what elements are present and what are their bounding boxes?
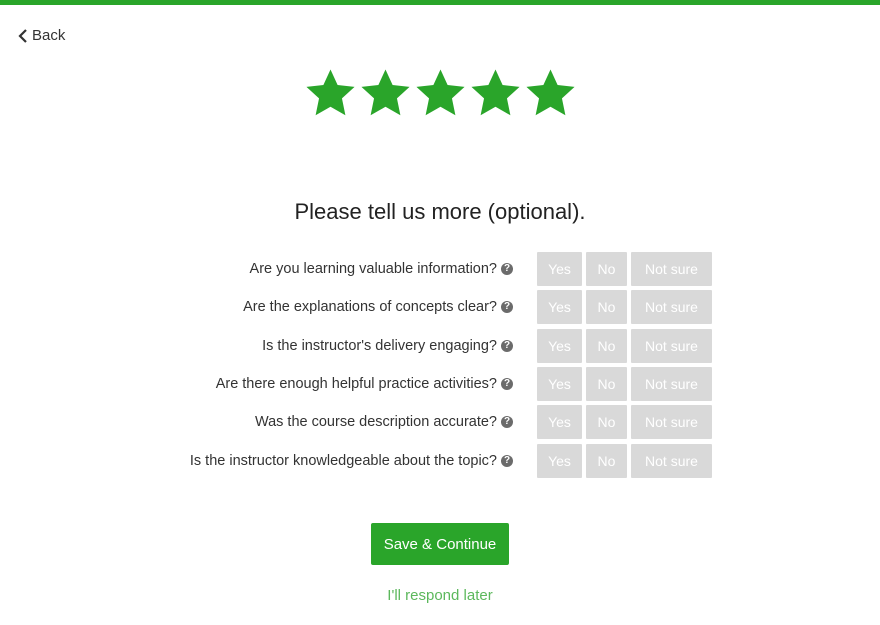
star-icon (360, 69, 410, 116)
question-row: Are there enough helpful practice activi… (0, 367, 880, 401)
question-circle-icon[interactable]: ? (501, 263, 513, 275)
yes-button[interactable]: Yes (537, 405, 582, 439)
respond-later-link[interactable]: I'll respond later (0, 587, 880, 604)
no-button[interactable]: No (586, 290, 627, 324)
question-label: Are there enough helpful practice activi… (216, 367, 513, 401)
question-label: Is the instructor's delivery engaging?? (262, 329, 513, 363)
not-sure-button[interactable]: Not sure (631, 444, 712, 478)
chevron-left-icon (18, 28, 27, 43)
question-circle-icon[interactable]: ? (501, 301, 513, 313)
star-3[interactable] (413, 66, 468, 121)
question-row: Is the instructor knowledgeable about th… (0, 444, 880, 478)
question-circle-icon[interactable]: ? (501, 455, 513, 467)
yes-button[interactable]: Yes (537, 444, 582, 478)
question-label: Is the instructor knowledgeable about th… (190, 444, 513, 478)
yes-button[interactable]: Yes (537, 252, 582, 286)
not-sure-button[interactable]: Not sure (631, 367, 712, 401)
question-circle-icon[interactable]: ? (501, 340, 513, 352)
question-row: Are you learning valuable information?? Y… (0, 252, 880, 286)
question-row: Was the course description accurate?? Yes… (0, 405, 880, 439)
back-label: Back (32, 27, 66, 44)
star-icon (415, 69, 465, 116)
question-text: Are the explanations of concepts clear? (243, 299, 497, 315)
yes-button[interactable]: Yes (537, 329, 582, 363)
question-text: Are you learning valuable information? (249, 261, 497, 277)
star-5[interactable] (523, 66, 578, 121)
no-button[interactable]: No (586, 444, 627, 478)
not-sure-button[interactable]: Not sure (631, 252, 712, 286)
not-sure-button[interactable]: Not sure (631, 290, 712, 324)
not-sure-button[interactable]: Not sure (631, 405, 712, 439)
question-row: Are the explanations of concepts clear??… (0, 290, 880, 324)
form-heading: Please tell us more (optional). (294, 199, 586, 224)
question-row: Is the instructor's delivery engaging?? Y… (0, 329, 880, 363)
no-button[interactable]: No (586, 329, 627, 363)
yes-button[interactable]: Yes (537, 290, 582, 324)
question-circle-icon[interactable]: ? (501, 416, 513, 428)
star-icon (305, 69, 355, 116)
star-2[interactable] (358, 66, 413, 121)
star-icon (470, 69, 520, 116)
star-4[interactable] (468, 66, 523, 121)
no-button[interactable]: No (586, 252, 627, 286)
question-circle-icon[interactable]: ? (501, 378, 513, 390)
top-accent-bar (0, 0, 880, 5)
save-continue-button[interactable]: Save & Continue (371, 523, 509, 565)
star-rating (0, 66, 880, 121)
not-sure-button[interactable]: Not sure (631, 329, 712, 363)
question-label: Are you learning valuable information?? (250, 252, 513, 286)
question-text: Are there enough helpful practice activi… (215, 376, 497, 392)
star-icon (525, 69, 575, 116)
no-button[interactable]: No (586, 405, 627, 439)
question-label: Was the course description accurate?? (255, 405, 513, 439)
yes-button[interactable]: Yes (537, 367, 582, 401)
no-button[interactable]: No (586, 367, 627, 401)
question-label: Are the explanations of concepts clear?? (243, 290, 513, 324)
back-link[interactable]: Back (18, 27, 65, 44)
star-1[interactable] (303, 66, 358, 121)
question-text: Is the instructor's delivery engaging? (262, 338, 497, 354)
question-text: Was the course description accurate? (254, 414, 497, 430)
question-text: Is the instructor knowledgeable about th… (189, 453, 497, 469)
